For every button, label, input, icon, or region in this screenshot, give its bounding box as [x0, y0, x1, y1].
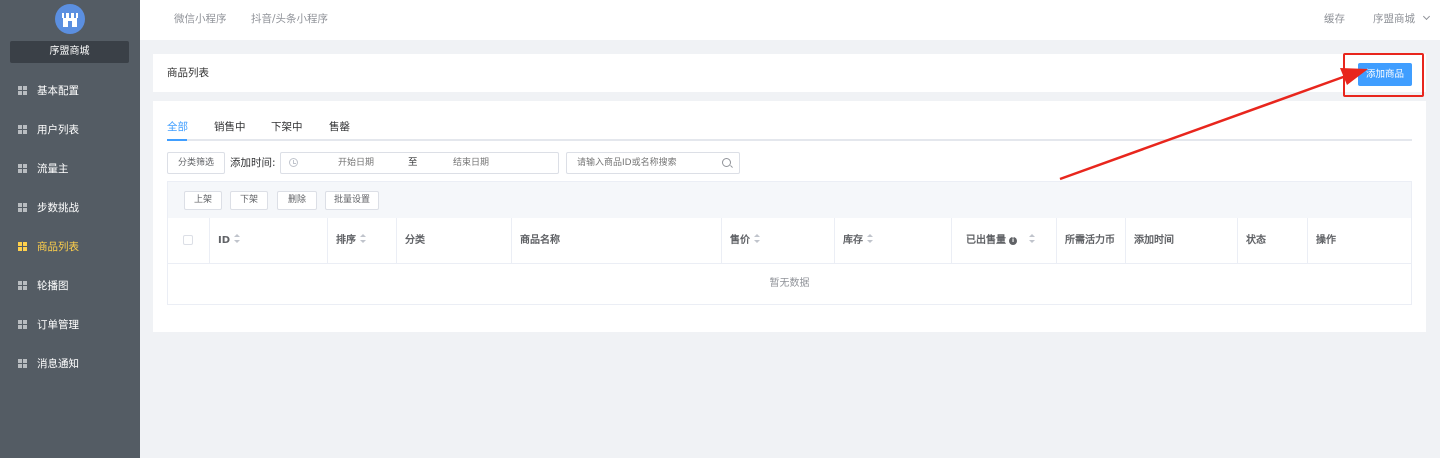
sidebar-item-label: 轮播图 [37, 280, 69, 292]
col-add-time: 添加时间 [1126, 218, 1238, 264]
col-sold-label: 已出售量 [966, 235, 1006, 246]
sidebar-item-notifications[interactable]: 消息通知 [0, 344, 140, 383]
store-name: 序盟商城 [10, 41, 129, 63]
col-stock[interactable]: 库存 [835, 218, 952, 264]
sidebar-item-step-challenge[interactable]: 步数挑战 [0, 188, 140, 227]
search-field[interactable] [566, 152, 740, 174]
product-table: 上架 下架 删除 批量设置 ID 排序 分类 商品名称 售价 库存 已出售量 i … [167, 181, 1412, 305]
sidebar-item-carousel[interactable]: 轮播图 [0, 266, 140, 305]
grid-icon [18, 86, 27, 95]
sidebar-item-label: 步数挑战 [37, 202, 79, 214]
col-id-label: ID [218, 235, 231, 246]
sort-icon[interactable] [1029, 234, 1036, 244]
sort-icon[interactable] [360, 234, 367, 244]
tab-active-indicator [167, 139, 187, 141]
tab-sold-out[interactable]: 售罄 [329, 119, 350, 135]
tab-on-sale[interactable]: 销售中 [214, 119, 246, 135]
grid-icon [18, 125, 27, 134]
chevron-down-icon [1423, 12, 1431, 21]
date-separator: 至 [408, 157, 418, 168]
sidebar-item-traffic[interactable]: 流量主 [0, 149, 140, 188]
table-header: ID 排序 分类 商品名称 售价 库存 已出售量 i 所需活力币 添加时间 状态 … [168, 218, 1411, 264]
col-category: 分类 [397, 218, 512, 264]
date-range-picker[interactable]: 至 [280, 152, 559, 174]
empty-state: 暂无数据 [769, 278, 810, 289]
col-actions: 操作 [1316, 235, 1336, 246]
sidebar-item-product-list[interactable]: 商品列表 [0, 227, 140, 266]
user-menu[interactable]: 序盟商城 [1373, 0, 1431, 40]
clock-icon [289, 158, 298, 167]
sidebar-item-user-list[interactable]: 用户列表 [0, 110, 140, 149]
off-shelf-button[interactable]: 下架 [230, 191, 268, 210]
on-shelf-button[interactable]: 上架 [184, 191, 222, 210]
col-sort[interactable]: 排序 [328, 218, 397, 264]
select-all-cell [168, 218, 210, 264]
select-all-checkbox[interactable] [183, 235, 193, 245]
sidebar-item-label: 流量主 [37, 163, 69, 175]
logo-area: 序盟商城 [0, 0, 140, 70]
grid-icon [18, 203, 27, 212]
col-stock-label: 库存 [843, 235, 863, 246]
delete-button[interactable]: 删除 [277, 191, 317, 210]
user-name: 序盟商城 [1373, 13, 1415, 25]
col-sold[interactable]: 已出售量 i [952, 218, 1057, 264]
col-id[interactable]: ID [210, 218, 328, 264]
sort-icon[interactable] [867, 234, 874, 244]
store-logo-icon [55, 4, 85, 34]
highlight-box [1343, 53, 1424, 97]
sidebar-item-label: 用户列表 [37, 124, 79, 136]
end-date-input[interactable] [431, 156, 511, 170]
batch-toolbar: 上架 下架 删除 批量设置 [168, 182, 1411, 218]
col-price[interactable]: 售价 [722, 218, 835, 264]
product-list-panel: 全部 销售中 下架中 售罄 分类筛选 添加时间: 至 上架 下架 删除 批量设置… [153, 101, 1426, 332]
category-filter-button[interactable]: 分类筛选 [167, 152, 225, 174]
date-label: 添加时间: [230, 157, 276, 169]
sort-icon[interactable] [754, 234, 761, 244]
grid-icon [18, 242, 27, 251]
batch-settings-button[interactable]: 批量设置 [325, 191, 379, 210]
col-required-coins: 所需活力币 [1057, 218, 1126, 264]
status-tabs: 全部 销售中 下架中 售罄 [167, 119, 1412, 141]
sidebar-item-label: 订单管理 [37, 319, 79, 331]
search-input[interactable] [577, 156, 717, 170]
sidebar-item-basic-config[interactable]: 基本配置 [0, 71, 140, 110]
tab-all[interactable]: 全部 [167, 119, 188, 135]
grid-icon [18, 281, 27, 290]
page-title: 商品列表 [167, 67, 209, 79]
sidebar-item-label: 商品列表 [37, 241, 79, 253]
tab-wechat-miniprogram[interactable]: 微信小程序 [174, 0, 227, 40]
sidebar-item-label: 基本配置 [37, 85, 79, 97]
search-icon[interactable] [722, 158, 731, 167]
top-bar: 微信小程序 抖音/头条小程序 缓存 序盟商城 [140, 0, 1440, 40]
sidebar: 序盟商城 基本配置 用户列表 流量主 步数挑战 商品列表 轮播图 订单管理 消息… [0, 0, 140, 458]
page-header: 商品列表 添加商品 [153, 54, 1426, 92]
col-sort-label: 排序 [336, 235, 356, 246]
tab-off-shelf[interactable]: 下架中 [271, 119, 303, 135]
grid-icon [18, 359, 27, 368]
grid-icon [18, 320, 27, 329]
tab-douyin-miniprogram[interactable]: 抖音/头条小程序 [251, 0, 328, 40]
grid-icon [18, 164, 27, 173]
col-price-label: 售价 [730, 235, 750, 246]
sort-icon[interactable] [234, 234, 241, 244]
sidebar-item-label: 消息通知 [37, 358, 79, 370]
info-icon[interactable]: i [1009, 237, 1017, 245]
col-product-name: 商品名称 [512, 218, 722, 264]
cache-link[interactable]: 缓存 [1324, 0, 1345, 40]
col-status: 状态 [1238, 218, 1308, 264]
start-date-input[interactable] [316, 156, 396, 170]
sidebar-item-orders[interactable]: 订单管理 [0, 305, 140, 344]
